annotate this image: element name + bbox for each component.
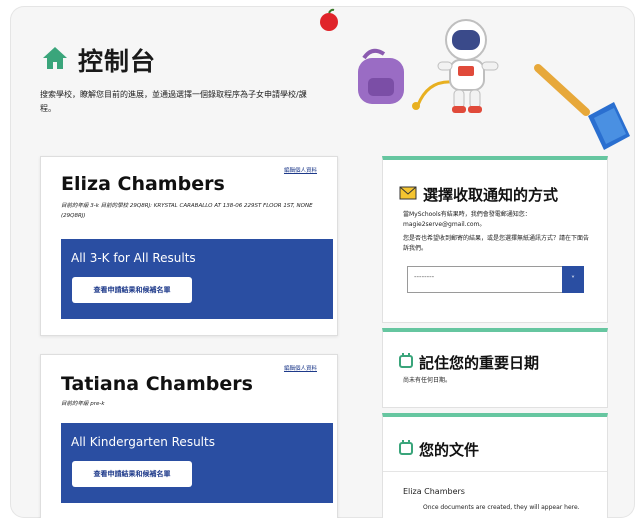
astronaut-illustration (408, 10, 518, 120)
page-subtitle: 搜索學校，瞭解您目前的進展，並通過選擇一個錄取程序為子女申請學校/課程。 (40, 90, 307, 113)
student-name: Tatiana Chambers (61, 373, 253, 395)
results-panel: All 3-K for All Results 查看申請結果和候補名單 (61, 239, 333, 319)
notification-email-text: 當MySchools有結果時，我們會發電郵通知您：magie2serve@gma… (403, 211, 531, 228)
documents-empty-text: Once documents are created, they will ap… (423, 504, 580, 511)
dates-empty-text: 尚未有任何日期。 (403, 377, 452, 384)
dates-title-row: 記住您的重要日期 (399, 352, 539, 373)
page-header: 控制台 (42, 42, 156, 78)
view-results-button[interactable]: 查看申請結果和候補名單 (72, 461, 192, 487)
home-icon (42, 46, 68, 74)
grade-line: 目前的年級 3-k 目前的學校 29Q8RJ: KRYSTAL CARABALL… (61, 203, 313, 219)
student-card: 編輯個人資料 Tatiana Chambers 目前的年級 pre-k All … (40, 354, 338, 518)
view-results-button[interactable]: 查看申請結果和候補名單 (72, 277, 192, 303)
envelope-icon (399, 186, 417, 204)
important-dates-card: 記住您的重要日期 尚未有任何日期。 (382, 328, 608, 408)
dashboard-window: 控制台 搜索學校，瞭解您目前的進展，並通過選擇一個錄取程序為子女申請學校/課程。 (10, 6, 635, 518)
calendar-icon (399, 353, 413, 372)
book-illustration (584, 96, 634, 152)
notification-method-select[interactable]: -------- ˅ (407, 266, 584, 293)
documents-card: 您的文件 Eliza Chambers Once documents are c… (382, 413, 608, 518)
student-name: Eliza Chambers (61, 173, 225, 195)
select-value: -------- (414, 273, 435, 281)
notification-title: 選擇收取通知的方式 (423, 186, 559, 204)
student-card: 編輯個人資料 Eliza Chambers 目前的年級 3-k 目前的學校 29… (40, 156, 338, 336)
edit-profile-link[interactable]: 編輯個人資料 (284, 166, 317, 174)
documents-student-name: Eliza Chambers (403, 487, 465, 496)
notification-card: 選擇收取通知的方式 當MySchools有結果時，我們會發電郵通知您：magie… (382, 156, 608, 323)
results-panel: All Kindergarten Results 查看申請結果和候補名單 (61, 423, 333, 503)
dates-title: 記住您的重要日期 (419, 354, 540, 372)
documents-title-row: 您的文件 (399, 439, 479, 460)
chevron-down-icon[interactable]: ˅ (562, 266, 584, 293)
apple-illustration (318, 8, 340, 32)
edit-profile-link[interactable]: 編輯個人資料 (284, 364, 317, 372)
page-title: 控制台 (78, 47, 157, 76)
results-title: All 3-K for All Results (71, 251, 196, 265)
results-title: All Kindergarten Results (71, 435, 215, 449)
calendar-icon (399, 440, 413, 459)
notification-mail-question: 您是否也希望收到郵寄的結果，或是您選擇無紙通訊方式？請在下面告訴我們。 (403, 235, 590, 252)
notification-title-row: 選擇收取通知的方式 (399, 184, 558, 205)
grade-line: 目前的年級 pre-k (61, 401, 105, 407)
documents-title: 您的文件 (419, 441, 480, 459)
documents-divider (383, 471, 607, 472)
